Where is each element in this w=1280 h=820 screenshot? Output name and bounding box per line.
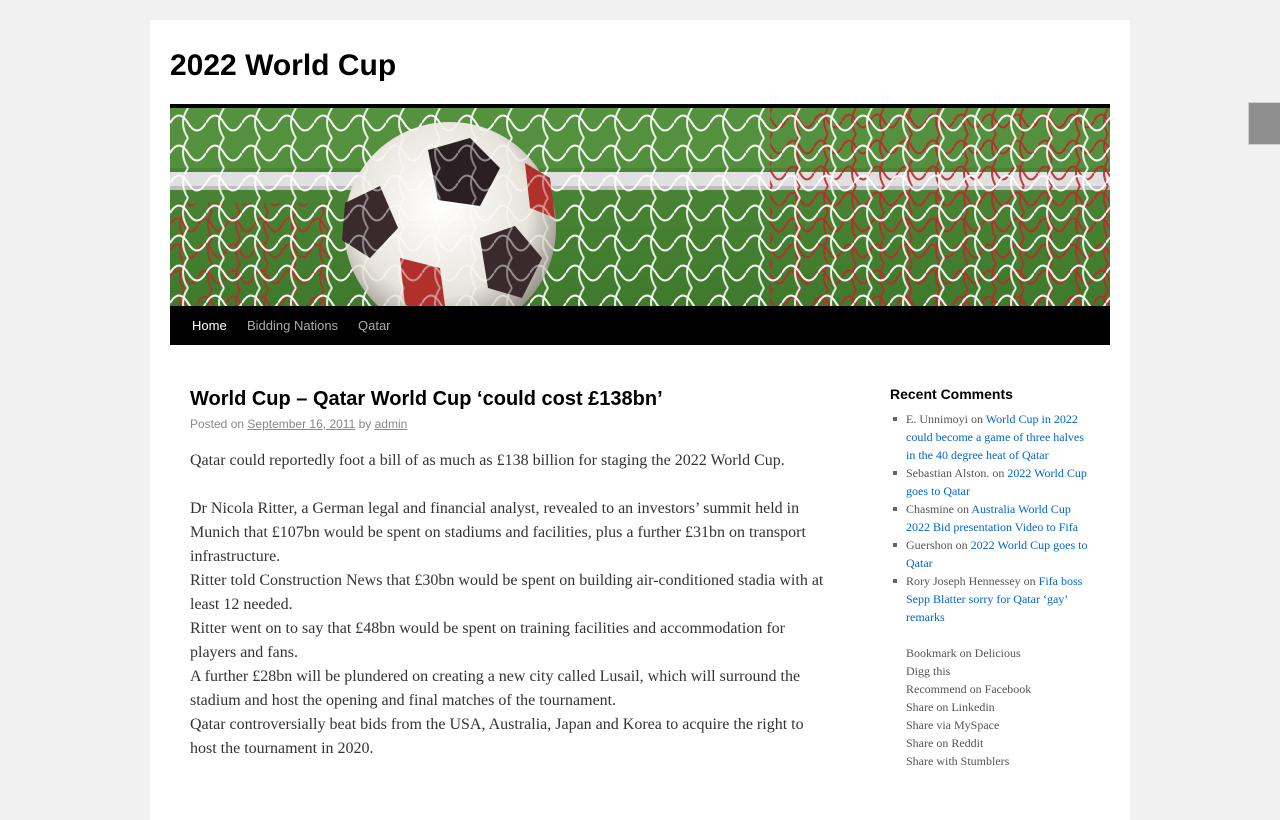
post-paragraph: Qatar controversially beat bids from the… (190, 716, 804, 757)
post-paragraph: Qatar could reportedly foot a bill of as… (190, 452, 785, 469)
on-label: on (955, 538, 968, 552)
post-meta: Posted on September 16, 2011 by admin (190, 415, 830, 433)
nav-home[interactable]: Home (192, 318, 227, 333)
comment-author: Rory Joseph Hennessey (906, 574, 1021, 588)
on-label: on (971, 412, 983, 426)
share-stumbleupon-link[interactable]: Share with Stumblers (906, 752, 1090, 770)
site-title[interactable]: 2022 World Cup (170, 49, 396, 83)
comment-author: Guershon (906, 538, 953, 552)
recent-comment-item: Sebastian Alston. on 2022 World Cup goes… (893, 464, 1090, 500)
on-label: on (957, 502, 969, 516)
post-paragraph: Dr Nicola Ritter, a German legal and fin… (190, 500, 806, 565)
post-paragraph: Ritter went on to say that £48bn would b… (190, 620, 785, 661)
post-body: Qatar could reportedly foot a bill of as… (190, 449, 830, 761)
share-reddit-link[interactable]: Share on Reddit (906, 734, 1090, 752)
by-label: by (358, 417, 372, 431)
sidebar: Recent Comments E. Unnimoyi on World Cup… (890, 384, 1090, 770)
share-digg-link[interactable]: Digg this (906, 662, 1090, 680)
post-paragraph: Ritter told Construction News that £30bn… (190, 572, 824, 613)
recent-comment-item: Guershon on 2022 World Cup goes to Qatar (893, 536, 1090, 572)
share-links: Bookmark on Delicious Digg this Recommen… (890, 644, 1090, 770)
nav-qatar[interactable]: Qatar (358, 318, 391, 333)
nav-bidding-nations[interactable]: Bidding Nations (247, 318, 338, 333)
on-label: on (992, 466, 1005, 480)
recent-comments-list: E. Unnimoyi on World Cup in 2022 could b… (890, 410, 1090, 626)
posted-on-label: Posted on (190, 417, 245, 431)
main-navigation: Home Bidding Nations Qatar (170, 306, 1110, 345)
floating-side-tab-button[interactable] (1248, 102, 1280, 145)
page-container: 2022 World Cup Home Bidding Nations Qata… (150, 20, 1130, 820)
recent-comment-item: Rory Joseph Hennessey on Fifa boss Sepp … (893, 572, 1090, 626)
post-author-link[interactable]: admin (375, 417, 408, 431)
recent-comment-item: Chasmine on Australia World Cup 2022 Bid… (893, 500, 1090, 536)
post-content: World Cup – Qatar World Cup ‘could cost … (190, 375, 830, 761)
post-title[interactable]: World Cup – Qatar World Cup ‘could cost … (190, 385, 830, 413)
header-banner-image (170, 108, 1110, 306)
share-myspace-link[interactable]: Share via MySpace (906, 716, 1090, 734)
share-facebook-link[interactable]: Recommend on Facebook (906, 680, 1090, 698)
comment-author: E. Unnimoyi (906, 412, 968, 426)
share-linkedin-link[interactable]: Share on Linkedin (906, 698, 1090, 716)
on-label: on (1023, 574, 1036, 588)
post-paragraph: A further £28bn will be plundered on cre… (190, 668, 801, 709)
comment-author: Chasmine (906, 502, 954, 516)
recent-comments-title: Recent Comments (890, 386, 1013, 402)
share-delicious-link[interactable]: Bookmark on Delicious (906, 644, 1090, 662)
recent-comment-item: E. Unnimoyi on World Cup in 2022 could b… (893, 410, 1090, 464)
comment-author: Sebastian Alston. (906, 466, 990, 480)
post-date-link[interactable]: September 16, 2011 (247, 417, 355, 431)
